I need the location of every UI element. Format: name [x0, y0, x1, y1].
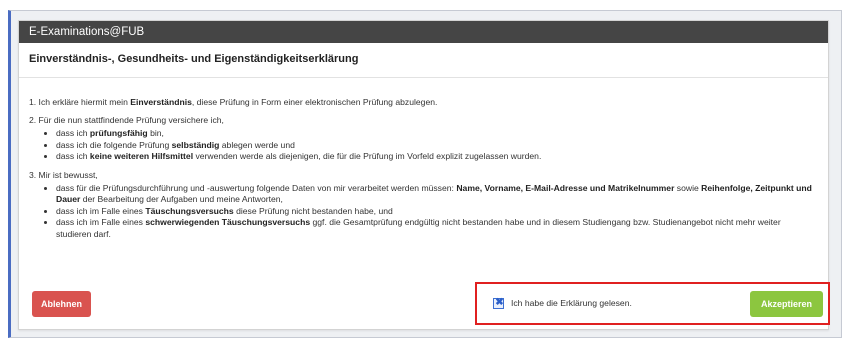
paragraph-consent: 1. Ich erkläre hiermit mein Einverständn… [29, 96, 818, 108]
app-header: E-Examinations@FUB [19, 21, 828, 43]
text: ablegen werde und [219, 139, 295, 150]
bold-text: prüfungsfähig [89, 128, 148, 138]
text: bin, [147, 128, 164, 138]
text: diese Prüfung nicht bestanden habe, und [233, 205, 393, 216]
checkmark-icon: ✖ [495, 296, 504, 308]
paragraph-assurance: 2. Für die nun stattfindende Prüfung ver… [29, 115, 224, 125]
text: dass ich im Falle eines [56, 217, 146, 227]
text: dass für die Prüfungsdurchführung und -a… [56, 182, 457, 193]
read-confirmation[interactable]: ✖ Ich habe die Erklärung gelesen. [493, 296, 632, 310]
declaration-dialog: E-Examinations@FUB Einverständnis-, Gesu… [18, 20, 830, 330]
bold-text: keine weiteren Hilfsmittel [89, 151, 194, 161]
bold-text: Name, Vorname, E-Mail-Adresse und Matrik… [456, 182, 675, 193]
list-item: dass ich prüfungsfähig bin, [56, 128, 818, 140]
declaration-content: 1. Ich erkläre hiermit mein Einverständn… [19, 78, 828, 240]
text: 1. Ich erkläre hiermit mein [29, 97, 131, 107]
list-item: dass ich keine weiteren Hilfsmittel verw… [56, 151, 818, 163]
bold-text: selbständig [171, 139, 220, 150]
text: dass ich [56, 151, 90, 161]
dialog-footer: Ablehnen ✖ Ich habe die Erklärung gelese… [19, 279, 830, 329]
accept-button[interactable]: Akzeptieren [750, 291, 823, 317]
text: der Bearbeitung der Aufgaben und meine A… [80, 194, 283, 204]
dialog-title: Einverständnis-, Gesundheits- und Eigens… [29, 53, 359, 65]
text: dass ich die folgende Prüfung [56, 139, 172, 150]
text: verwenden werde als diejenigen, die für … [193, 151, 542, 161]
read-checkbox-label[interactable]: Ich habe die Erklärung gelesen. [511, 298, 632, 308]
awareness-list: dass für die Prüfungsdurchführung und -a… [29, 183, 818, 241]
paragraph-awareness: 3. Mir ist bewusst, [29, 169, 98, 180]
list-item: dass ich die folgende Prüfung selbständi… [56, 140, 818, 152]
bold-text: schwerwiegenden Täuschungsversuchs [145, 217, 311, 227]
read-checkbox[interactable]: ✖ [493, 296, 504, 309]
app-title: E-Examinations@FUB [29, 26, 145, 38]
list-item: dass ich im Falle eines schwerwiegenden … [56, 217, 818, 240]
text: dass ich im Falle eines [56, 205, 146, 216]
bold-text: Täuschungsversuchs [145, 205, 234, 216]
assurance-list: dass ich prüfungsfähig bin, dass ich die… [29, 128, 818, 163]
text: , diese Prüfung in Form einer elektronis… [191, 97, 438, 107]
list-item: dass ich im Falle eines Täuschungsversuc… [56, 206, 818, 218]
text: sowie [674, 182, 702, 193]
decline-button[interactable]: Ablehnen [32, 291, 91, 317]
bold-text: Einverständnis [130, 97, 192, 107]
list-item: dass für die Prüfungsdurchführung und -a… [56, 183, 818, 206]
text: dass ich [56, 128, 90, 138]
